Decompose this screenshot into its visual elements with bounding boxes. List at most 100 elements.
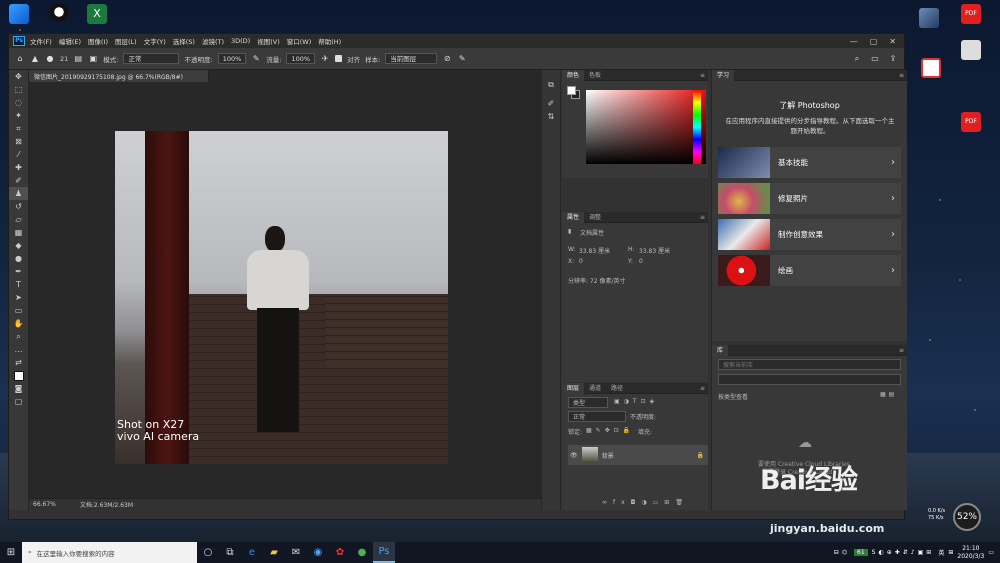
browser-icon[interactable]: ◉ xyxy=(307,542,329,563)
library-search[interactable]: 搜索当前库 xyxy=(718,359,901,370)
blend-mode-select[interactable]: 正常 xyxy=(568,411,626,422)
color-field[interactable] xyxy=(586,90,706,164)
cortana-icon[interactable]: ○ xyxy=(197,542,219,563)
ignore-adjustment-icon[interactable]: ⊘ xyxy=(442,54,452,64)
marquee-tool-icon[interactable]: ⬚ xyxy=(9,83,28,96)
tab-swatches[interactable]: 色板 xyxy=(584,70,606,81)
gradient-tool-icon[interactable]: ▦ xyxy=(9,226,28,239)
pressure-opacity-icon[interactable]: ✎ xyxy=(251,54,261,64)
eraser-tool-icon[interactable]: ▱ xyxy=(9,213,28,226)
desktop-icon-game[interactable] xyxy=(916,8,942,28)
adjust-panel-icon[interactable]: ⇅ xyxy=(542,110,560,123)
zoom-tool-icon[interactable]: ⌕ xyxy=(9,330,28,343)
airbrush-icon[interactable]: ✈ xyxy=(320,54,330,64)
brush-tool-icon[interactable]: ✐ xyxy=(9,174,28,187)
menu-edit[interactable]: 编辑(E) xyxy=(59,36,81,46)
learn-item-fix-photo[interactable]: 修复照片 › xyxy=(718,183,901,214)
move-tool-icon[interactable]: ✥ xyxy=(9,70,28,83)
frame-tool-icon[interactable]: ⊠ xyxy=(9,135,28,148)
brush-settings-icon[interactable]: ✐ xyxy=(542,97,560,110)
ime-indicator[interactable]: 英 xyxy=(938,548,944,557)
layer-filter-icons[interactable]: ▣◑T⊡◈ xyxy=(614,398,658,405)
menu-3d[interactable]: 3D(D) xyxy=(231,37,250,45)
screen-mode-icon[interactable]: ▢ xyxy=(9,395,28,408)
x-value[interactable]: 0 xyxy=(579,258,583,265)
tray-app-icons[interactable]: S◐⊕✚⇵♪▣⊞ xyxy=(872,549,935,556)
mode-select[interactable]: 正常 xyxy=(123,53,180,64)
battery-indicator[interactable]: 61 xyxy=(854,549,868,556)
history-panel-icon[interactable]: ⧉ xyxy=(542,78,560,91)
start-icon[interactable]: ⊞ xyxy=(0,542,22,563)
tab-color[interactable]: 颜色 xyxy=(562,69,585,81)
photoshop-taskbar-icon[interactable]: Ps xyxy=(373,542,395,563)
healing-brush-tool-icon[interactable]: ✚ xyxy=(9,161,28,174)
taskbar-search[interactable]: ⌕ 在这里输入你要搜索的内容 xyxy=(22,542,197,563)
desktop-icon-pdf-2[interactable]: PDF xyxy=(958,112,984,132)
pressure-size-icon[interactable]: ✎ xyxy=(457,54,467,64)
mail-icon[interactable]: ✉ xyxy=(285,542,307,563)
path-select-tool-icon[interactable]: ➤ xyxy=(9,291,28,304)
desktop-icon-pdf-1[interactable]: PDF xyxy=(958,4,984,24)
clock[interactable]: 21:10 2020/3/3 xyxy=(957,545,984,561)
visibility-eye-icon[interactable]: 👁 xyxy=(570,452,578,459)
grid-icon[interactable]: ⊞ xyxy=(948,549,953,556)
y-value[interactable]: 0 xyxy=(639,258,643,265)
tab-libraries[interactable]: 库 xyxy=(712,344,729,356)
menu-type[interactable]: 文字(Y) xyxy=(144,36,166,46)
edge-icon[interactable]: e xyxy=(241,542,263,563)
tab-adjustments[interactable]: 调整 xyxy=(584,212,606,223)
desktop-icon-computer[interactable] xyxy=(6,4,32,24)
toggle-clone-source-icon[interactable]: ▣ xyxy=(88,54,98,64)
type-tool-icon[interactable]: T xyxy=(9,278,28,291)
blur-tool-icon[interactable]: ◆ xyxy=(9,239,28,252)
menu-layer[interactable]: 图层(L) xyxy=(115,36,137,46)
hand-tool-icon[interactable]: ✋ xyxy=(9,317,28,330)
app-icon[interactable]: ✿ xyxy=(329,542,351,563)
tab-paths[interactable]: 路径 xyxy=(606,383,628,394)
foreground-swatch[interactable] xyxy=(567,86,576,95)
layer-name[interactable]: 背景 xyxy=(602,451,614,460)
panel-menu-icon[interactable]: ≡ xyxy=(899,72,904,79)
home-icon[interactable]: ⌂ xyxy=(15,54,25,64)
crop-tool-icon[interactable]: ⌗ xyxy=(9,122,28,135)
tab-channels[interactable]: 通道 xyxy=(584,383,606,394)
flow-input[interactable]: 100% xyxy=(286,53,316,64)
document-photo[interactable]: Shot on X27 vivo AI camera xyxy=(115,131,448,464)
tray-icons[interactable]: ⊟⌬ xyxy=(834,549,850,556)
pen-tool-icon[interactable]: ✒ xyxy=(9,265,28,278)
h-value[interactable]: 33.83 厘米 xyxy=(639,246,670,255)
desktop-icon-excel[interactable]: X xyxy=(84,4,110,24)
tab-properties[interactable]: 属性 xyxy=(562,211,585,223)
menu-view[interactable]: 视图(V) xyxy=(257,36,280,46)
zoom-level[interactable]: 66.67% xyxy=(33,501,56,508)
panel-menu-icon[interactable]: ≡ xyxy=(700,385,705,392)
lock-icons[interactable]: ▦✎✥⊡🔒 xyxy=(586,427,634,434)
task-view-icon[interactable]: ⧉ xyxy=(219,542,241,563)
panel-menu-icon[interactable]: ≡ xyxy=(700,72,705,79)
desktop-icon-wps[interactable] xyxy=(918,58,944,78)
aligned-checkbox[interactable] xyxy=(335,55,343,62)
wechat-icon[interactable]: ● xyxy=(351,542,373,563)
more-tools-icon[interactable]: … xyxy=(9,343,28,356)
learn-item-painting[interactable]: 绘画 › xyxy=(718,255,901,286)
foreground-color-swatch[interactable] xyxy=(9,369,28,382)
shape-tool-icon[interactable]: ▭ xyxy=(9,304,28,317)
minimize-icon[interactable]: — xyxy=(850,37,858,46)
library-select[interactable] xyxy=(718,374,901,385)
learn-item-basic-skills[interactable]: 基本技能 › xyxy=(718,147,901,178)
browse-by-type-label[interactable]: 按类型查看 xyxy=(718,392,748,401)
clone-stamp-tool-icon[interactable]: ♟ xyxy=(9,187,28,200)
menu-select[interactable]: 选择(S) xyxy=(173,36,195,46)
lasso-tool-icon[interactable]: ◌ xyxy=(9,96,28,109)
w-value[interactable]: 33.83 厘米 xyxy=(579,246,610,255)
history-brush-tool-icon[interactable]: ↺ xyxy=(9,200,28,213)
panel-menu-icon[interactable]: ≡ xyxy=(700,214,705,221)
dodge-tool-icon[interactable]: ● xyxy=(9,252,28,265)
toggle-brush-panel-icon[interactable]: ▤ xyxy=(73,54,83,64)
brush-preview-icon[interactable]: ● xyxy=(45,54,55,64)
sample-select[interactable]: 当前图层 xyxy=(385,53,438,64)
maximize-icon[interactable]: ▢ xyxy=(870,37,878,46)
layer-bottom-icons[interactable]: ∞fx◘◑▭⊞🗑 xyxy=(602,499,689,506)
tab-learn[interactable]: 学习 xyxy=(712,69,735,81)
menu-window[interactable]: 窗口(W) xyxy=(287,36,312,46)
